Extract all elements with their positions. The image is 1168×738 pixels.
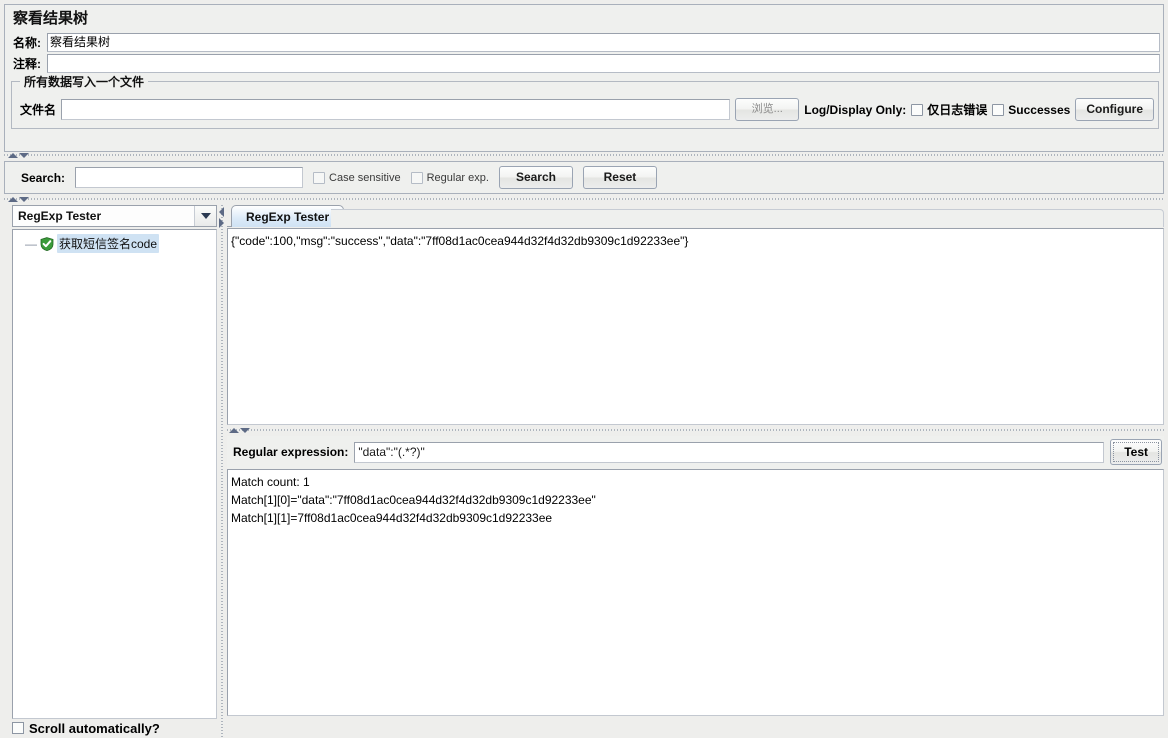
results-main-area: RegExp Tester — 获取短信签名code Scroll automa… <box>4 203 1164 738</box>
name-label: 名称: <box>13 36 41 50</box>
tree-node-sample-result[interactable]: — 获取短信签名code <box>13 234 216 253</box>
tree-expand-handle-icon[interactable]: — <box>25 238 37 250</box>
results-tree-config-panel: 察看结果树 名称: 察看结果树 注释: 所有数据写入一个文件 文件名 浏览...… <box>4 4 1164 152</box>
write-all-data-legend: 所有数据写入一个文件 <box>20 73 149 90</box>
page-title: 察看结果树 <box>5 5 1163 32</box>
collapse-up-icon[interactable] <box>8 153 18 158</box>
case-sensitive-checkbox[interactable]: Case sensitive <box>313 171 401 184</box>
scroll-automatically-checkbox-box[interactable] <box>12 722 24 734</box>
collapse-up-icon[interactable] <box>8 197 18 202</box>
successes-checkbox-label: Successes <box>1008 102 1071 117</box>
tree-content-splitter[interactable] <box>218 205 227 738</box>
regular-exp-checkbox[interactable]: Regular exp. <box>410 171 489 184</box>
case-sensitive-checkbox-box[interactable] <box>313 171 326 184</box>
successes-checkbox-box[interactable] <box>992 103 1005 116</box>
name-row: 名称: 察看结果树 <box>5 32 1163 53</box>
tabstrip-filler <box>331 209 1164 227</box>
results-tree[interactable]: — 获取短信签名code <box>12 229 217 719</box>
regex-input[interactable]: "data":"(.*?)" <box>354 441 1105 463</box>
search-button[interactable]: Search <box>498 166 573 189</box>
match-count-line: Match count: 1 <box>231 475 310 489</box>
tab-regexp-tester[interactable]: RegExp Tester <box>231 205 345 227</box>
search-input[interactable] <box>75 167 304 188</box>
write-all-data-groupbox: 所有数据写入一个文件 文件名 浏览... Log/Display Only: 仅… <box>11 73 1159 129</box>
search-bar: Search: Case sensitive Regular exp. Sear… <box>4 161 1164 194</box>
match-line-2: Match[1][1]=7ff08d1ac0cea944d32f4d32db93… <box>231 511 553 525</box>
test-button-label: Test <box>1113 442 1159 462</box>
log-display-only-label: Log/Display Only: <box>804 102 907 117</box>
regex-label: Regular expression: <box>233 445 349 459</box>
response-text-area[interactable]: {"code":100,"msg":"success","data":"7ff0… <box>227 228 1164 425</box>
comment-row: 注释: <box>5 53 1163 74</box>
errors-only-checkbox[interactable]: 仅日志错误 <box>911 101 987 118</box>
regex-input-row: Regular expression: "data":"(.*?)" Test <box>227 436 1164 469</box>
response-regex-splitter-arrows[interactable] <box>229 426 253 435</box>
collapse-right-icon[interactable] <box>219 218 224 228</box>
view-results-tree-window: 察看结果树 名称: 察看结果树 注释: 所有数据写入一个文件 文件名 浏览...… <box>0 0 1168 738</box>
result-tabs: RegExp Tester <box>227 205 1164 227</box>
collapse-down-icon[interactable] <box>19 197 29 202</box>
filename-row: 文件名 浏览... Log/Display Only: 仅日志错误 Succes… <box>12 98 1158 121</box>
collapse-down-icon[interactable] <box>240 428 250 433</box>
response-regex-splitter[interactable] <box>227 425 1164 436</box>
name-input[interactable]: 察看结果树 <box>47 33 1160 52</box>
browse-button[interactable]: 浏览... <box>735 98 800 121</box>
result-content-column: RegExp Tester {"code":100,"msg":"success… <box>227 205 1164 738</box>
case-sensitive-label: Case sensitive <box>329 171 401 184</box>
config-splitter-arrows[interactable] <box>8 151 32 160</box>
collapse-down-icon[interactable] <box>19 153 29 158</box>
filename-input[interactable] <box>61 99 731 120</box>
test-button[interactable]: Test <box>1110 439 1162 465</box>
configure-button[interactable]: Configure <box>1075 98 1154 121</box>
errors-only-checkbox-box[interactable] <box>911 103 924 116</box>
filename-label: 文件名 <box>20 103 57 117</box>
renderer-select[interactable]: RegExp Tester <box>12 205 217 227</box>
config-splitter[interactable] <box>4 151 1164 160</box>
chevron-down-icon[interactable] <box>194 206 216 226</box>
scroll-automatically-label: Scroll automatically? <box>29 720 160 736</box>
scroll-automatically-checkbox[interactable]: Scroll automatically? <box>12 718 217 738</box>
reset-button[interactable]: Reset <box>582 166 657 189</box>
results-tree-column: RegExp Tester — 获取短信签名code Scroll automa… <box>12 205 217 738</box>
match-line-1: Match[1][0]="data":"7ff08d1ac0cea944d32f… <box>231 493 596 507</box>
collapse-up-icon[interactable] <box>229 428 239 433</box>
regex-results-area: Match count: 1 Match[1][0]="data":"7ff08… <box>227 469 1164 716</box>
successes-checkbox[interactable]: Successes <box>992 103 1070 117</box>
renderer-select-value: RegExp Tester <box>18 209 102 223</box>
errors-only-checkbox-label: 仅日志错误 <box>927 103 988 117</box>
search-label: Search: <box>21 170 66 185</box>
tree-content-splitter-arrows[interactable] <box>218 207 227 233</box>
comment-input[interactable] <box>47 54 1160 73</box>
regular-exp-label: Regular exp. <box>426 171 489 184</box>
tree-node-label: 获取短信签名code <box>57 234 160 253</box>
comment-label: 注释: <box>13 57 41 71</box>
collapse-left-icon[interactable] <box>219 207 224 217</box>
regular-exp-checkbox-box[interactable] <box>410 171 423 184</box>
success-shield-icon <box>40 236 54 251</box>
